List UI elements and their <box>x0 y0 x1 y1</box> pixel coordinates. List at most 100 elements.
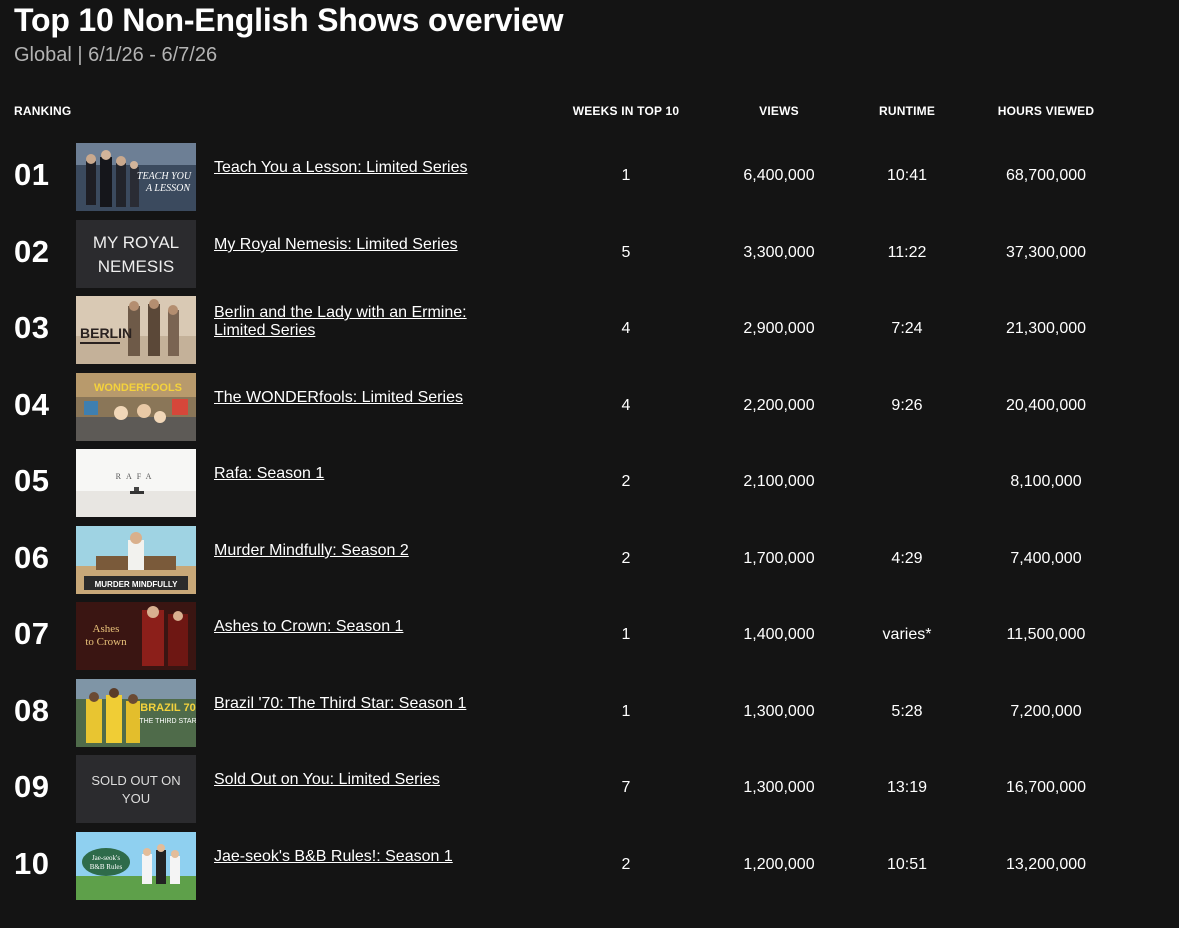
hours-value: 20,400,000 <box>1005 397 1087 414</box>
weeks-value: 1 <box>621 167 631 184</box>
header-weeks: WEEKS IN TOP 10 <box>572 104 680 118</box>
weeks-value: 4 <box>621 320 631 337</box>
show-thumbnail[interactable]: Jae-seok's B&B Rules <box>76 832 196 900</box>
rank-number: 06 <box>14 540 50 575</box>
weeks-value: 2 <box>621 473 631 490</box>
weeks-value: 4 <box>621 397 631 414</box>
header-ranking: RANKING <box>14 104 72 118</box>
show-thumbnail[interactable]: WONDERFOOLS <box>76 373 196 441</box>
page-title: Top 10 Non-English Shows overview <box>14 2 564 38</box>
header-hours: HOURS VIEWED <box>997 104 1095 118</box>
views-value: 1,400,000 <box>743 626 815 643</box>
table-row: 01 TEACH YOU A LESSON Teach You a Lesson… <box>0 143 1179 211</box>
show-title-link[interactable]: Berlin and the Lady with an Ermine: Limi… <box>214 304 514 340</box>
svg-text:to Crown: to Crown <box>85 636 127 648</box>
svg-text:A LESSON: A LESSON <box>145 183 191 194</box>
svg-text:BRAZIL 70: BRAZIL 70 <box>140 702 195 714</box>
show-title-link[interactable]: Teach You a Lesson: Limited Series <box>214 159 514 177</box>
show-title-link[interactable]: Rafa: Season 1 <box>214 465 514 483</box>
hours-value: 68,700,000 <box>1005 167 1087 184</box>
runtime-value: 10:41 <box>886 167 928 184</box>
runtime-value: 13:19 <box>886 779 928 796</box>
show-title-link[interactable]: My Royal Nemesis: Limited Series <box>214 236 514 254</box>
weeks-value: 5 <box>621 244 631 261</box>
svg-text:WONDERFOOLS: WONDERFOOLS <box>94 382 182 394</box>
show-thumbnail[interactable]: MY ROYAL NEMESIS <box>76 220 196 288</box>
svg-text:NEMESIS: NEMESIS <box>98 257 175 276</box>
rank-number: 03 <box>14 310 50 345</box>
views-value: 1,300,000 <box>743 779 815 796</box>
views-value: 1,200,000 <box>743 856 815 873</box>
svg-text:Ashes: Ashes <box>93 623 120 635</box>
rank-number: 04 <box>14 387 50 422</box>
header-views: VIEWS <box>759 104 799 118</box>
show-thumbnail[interactable]: Ashes to Crown <box>76 602 196 670</box>
rank-number: 02 <box>14 234 50 269</box>
table-row: 10 Jae-seok's B&B Rules Jae-seok's B&B R… <box>0 832 1179 900</box>
runtime-value: varies* <box>882 626 932 643</box>
page-subtitle: Global | 6/1/26 - 6/7/26 <box>14 44 218 66</box>
show-title-link[interactable]: Brazil '70: The Third Star: Season 1 <box>214 695 514 713</box>
hours-value: 16,700,000 <box>1005 779 1087 796</box>
table-row: 07 Ashes to Crown Ashes to Crown: Season… <box>0 602 1179 670</box>
show-thumbnail[interactable]: SOLD OUT ON YOU <box>76 755 196 823</box>
views-value: 6,400,000 <box>743 167 815 184</box>
rank-number: 08 <box>14 693 50 728</box>
weeks-value: 7 <box>621 779 631 796</box>
views-value: 1,700,000 <box>743 550 815 567</box>
hours-value: 8,100,000 <box>1010 473 1082 490</box>
show-title-link[interactable]: Jae-seok's B&B Rules!: Season 1 <box>214 848 514 866</box>
runtime-value: 7:24 <box>891 320 923 337</box>
svg-text:MY ROYAL: MY ROYAL <box>93 233 179 252</box>
rank-number: 09 <box>14 769 50 804</box>
table-row: 06 MURDER MINDFULLY Murder Mindfully: Se… <box>0 526 1179 594</box>
table-row: 04 WONDERFOOLS The WONDERfools: Limited … <box>0 373 1179 441</box>
svg-text:B&B Rules: B&B Rules <box>90 863 123 871</box>
show-thumbnail[interactable]: BRAZIL 70 THE THIRD STAR <box>76 679 196 747</box>
views-value: 2,900,000 <box>743 320 815 337</box>
runtime-value: 11:22 <box>887 244 927 261</box>
show-title-link[interactable]: The WONDERfools: Limited Series <box>214 389 514 407</box>
table-row: 09 SOLD OUT ON YOU Sold Out on You: Limi… <box>0 755 1179 823</box>
rank-number: 07 <box>14 616 50 651</box>
svg-text:BERLIN: BERLIN <box>80 325 132 341</box>
weeks-value: 1 <box>621 703 631 720</box>
svg-text:SOLD OUT ON: SOLD OUT ON <box>91 773 180 788</box>
rank-number: 05 <box>14 463 50 498</box>
views-value: 3,300,000 <box>743 244 815 261</box>
hours-value: 11,500,000 <box>1006 626 1086 643</box>
rank-number: 01 <box>14 157 50 192</box>
show-thumbnail[interactable]: BERLIN <box>76 296 196 364</box>
weeks-value: 1 <box>621 626 631 643</box>
hours-value: 7,200,000 <box>1010 703 1082 720</box>
header-runtime: RUNTIME <box>878 104 936 118</box>
show-thumbnail[interactable]: RAFA <box>76 449 196 517</box>
rank-number: 10 <box>14 846 50 881</box>
hours-value: 13,200,000 <box>1005 856 1087 873</box>
show-thumbnail[interactable]: TEACH YOU A LESSON <box>76 143 196 211</box>
table-row: 02 MY ROYAL NEMESIS My Royal Nemesis: Li… <box>0 220 1179 288</box>
svg-text:RAFA: RAFA <box>116 472 157 481</box>
weeks-value: 2 <box>621 550 631 567</box>
runtime-value: 5:28 <box>891 703 923 720</box>
views-value: 2,200,000 <box>743 397 815 414</box>
show-thumbnail[interactable]: MURDER MINDFULLY <box>76 526 196 594</box>
svg-text:MURDER MINDFULLY: MURDER MINDFULLY <box>95 580 178 589</box>
svg-text:THE THIRD STAR: THE THIRD STAR <box>139 718 196 725</box>
views-value: 2,100,000 <box>743 473 815 490</box>
hours-value: 7,400,000 <box>1010 550 1082 567</box>
hours-value: 37,300,000 <box>1005 244 1087 261</box>
svg-text:Jae-seok's: Jae-seok's <box>92 854 120 862</box>
hours-value: 21,300,000 <box>1005 320 1087 337</box>
svg-text:TEACH YOU: TEACH YOU <box>137 171 192 182</box>
show-title-link[interactable]: Murder Mindfully: Season 2 <box>214 542 514 560</box>
table-row: 05 RAFA Rafa: Season 1 2 2,100,000 8,100… <box>0 449 1179 517</box>
show-title-link[interactable]: Sold Out on You: Limited Series <box>214 771 514 789</box>
runtime-value: 10:51 <box>886 856 928 873</box>
table-row: 08 BRAZIL 70 THE THIRD STAR Brazil '70: … <box>0 679 1179 747</box>
runtime-value: 4:29 <box>891 550 923 567</box>
show-title-link[interactable]: Ashes to Crown: Season 1 <box>214 618 514 636</box>
weeks-value: 2 <box>621 856 631 873</box>
table-row: 03 BERLIN Berlin and the Lady with an Er… <box>0 296 1179 364</box>
svg-text:YOU: YOU <box>122 791 150 806</box>
